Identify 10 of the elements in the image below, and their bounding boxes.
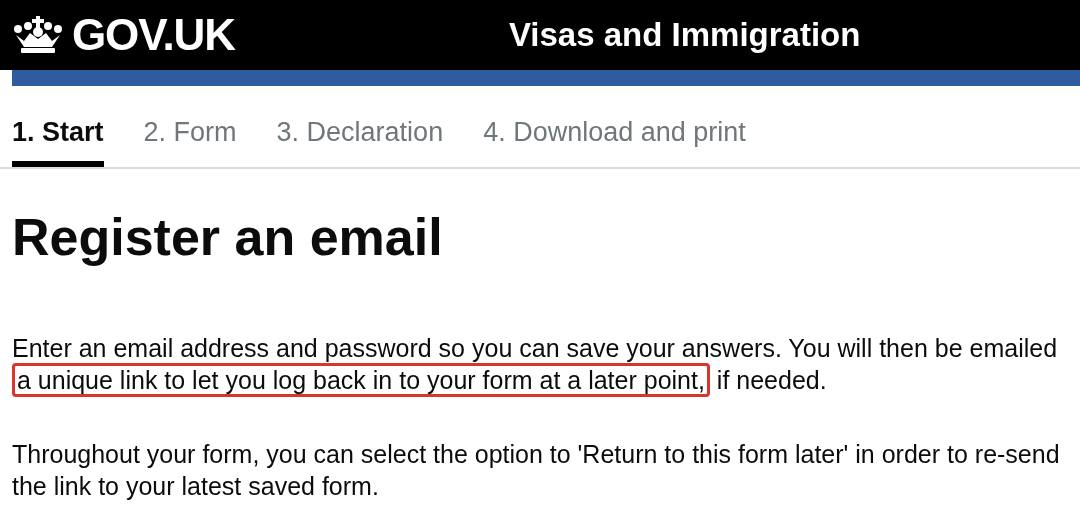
step-tab[interactable]: 2. Form xyxy=(143,112,237,167)
page-heading: Register an email xyxy=(11,206,444,268)
logo-text[interactable]: GOV.UK xyxy=(72,13,235,57)
crown-icon xyxy=(12,15,64,55)
step-tab[interactable]: 1. Start xyxy=(12,112,104,167)
body-paragraph: Throughout your form, you can select the option to 'Return to this form later' in order to re-send the link to your latest saved form. xyxy=(12,438,1061,502)
service-name[interactable]: Visas and Immigration xyxy=(508,10,861,60)
step-tab[interactable]: 4. Download and print xyxy=(483,112,746,167)
step-tab[interactable]: 3. Declaration xyxy=(276,112,444,167)
body-paragraph: Enter an email address and password so you can save your answers. You will then be emailed a unique link to let you log back in to your form at a later point, if needed. xyxy=(12,331,1072,396)
